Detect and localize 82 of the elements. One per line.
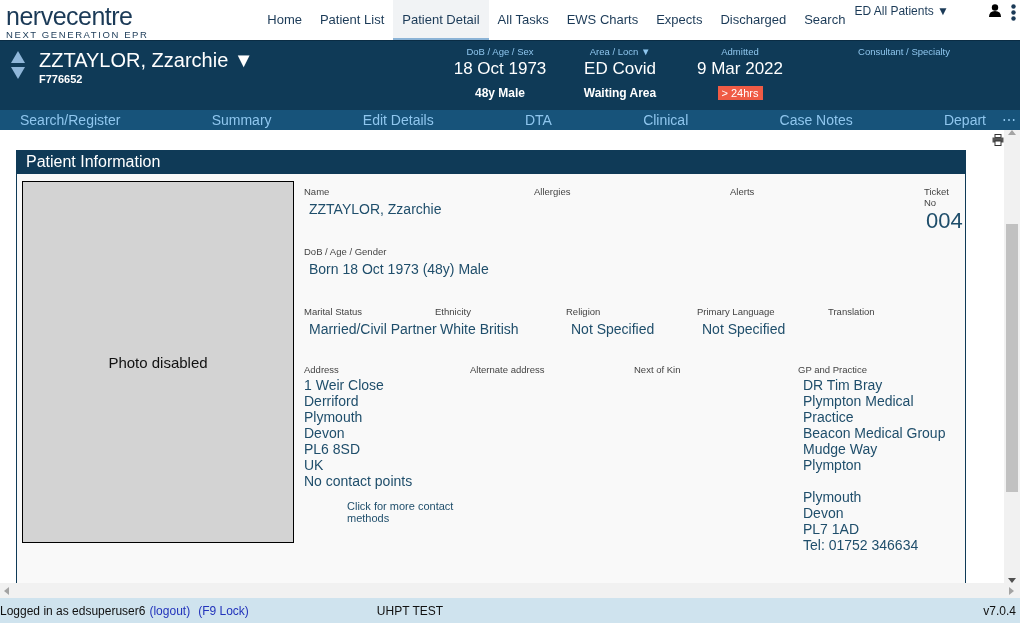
up-arrow-icon[interactable] bbox=[11, 51, 25, 63]
environment-label: UHPT TEST bbox=[376, 603, 444, 618]
action-link[interactable]: Case Notes bbox=[779, 112, 853, 128]
field-value: White British bbox=[440, 321, 520, 337]
contact-methods-link[interactable]: Click for more contact methods bbox=[347, 500, 467, 524]
gp-line: PL7 1AD bbox=[803, 521, 861, 537]
field-value: Not Specified bbox=[702, 321, 787, 337]
field-detail: Waiting Area bbox=[583, 86, 657, 100]
logout-link[interactable]: (logout) bbox=[149, 603, 191, 618]
address-line: UK bbox=[304, 457, 325, 473]
nav-tab[interactable]: Search bbox=[795, 0, 855, 40]
login-status: Logged in as edsuperuser6 bbox=[0, 603, 146, 618]
gp-line: Plympton bbox=[803, 457, 863, 473]
field-label: Admitted bbox=[721, 46, 759, 57]
nav-tab[interactable]: Patient List bbox=[310, 0, 394, 40]
gp-line: Beacon Medical Group bbox=[803, 425, 947, 441]
field-label: Consultant / Specialty bbox=[858, 46, 950, 57]
nav-tab[interactable]: Discharged bbox=[711, 0, 796, 40]
version-label: v7.0.4 bbox=[983, 603, 1016, 618]
patient-name-dropdown[interactable]: ZZTAYLOR, Zzarchie ▼ bbox=[39, 49, 254, 71]
field-value: 9 Mar 2022 bbox=[697, 59, 783, 79]
more-actions-button[interactable]: ⋯ bbox=[1002, 112, 1016, 128]
field-label: Alerts bbox=[730, 186, 756, 197]
address-line: Plymouth bbox=[304, 409, 364, 425]
user-icon[interactable] bbox=[989, 4, 1001, 17]
action-link[interactable]: Depart bbox=[943, 112, 986, 128]
patient-id: F776652 bbox=[39, 73, 84, 85]
field-label: Next of Kin bbox=[634, 364, 682, 375]
address-line: No contact points bbox=[304, 473, 414, 489]
status-badge: > 24hrs bbox=[717, 86, 763, 100]
action-link[interactable]: Edit Details bbox=[362, 112, 434, 128]
down-arrow-icon[interactable] bbox=[11, 67, 25, 79]
nav-tab[interactable]: EWS Charts bbox=[557, 0, 648, 40]
field-label: GP and Practice bbox=[798, 364, 868, 375]
address-line: Derriford bbox=[304, 393, 360, 409]
field-value: Married/Civil Partner bbox=[309, 321, 435, 337]
field-label: Marital Status bbox=[304, 306, 364, 317]
logo-tagline: NEXT GENERATION EPR bbox=[6, 29, 149, 40]
field-value: Born 18 Oct 1973 (48y) Male bbox=[309, 261, 490, 277]
gp-line: Plymouth bbox=[803, 489, 863, 505]
action-link[interactable]: Search/Register bbox=[20, 112, 121, 128]
nav-tab[interactable]: Expects bbox=[647, 0, 712, 40]
ward-dropdown[interactable]: ED All Patients ▼ bbox=[854, 0, 949, 40]
field-value: ZZTAYLOR, Zzarchie bbox=[309, 201, 443, 217]
gp-line: Devon bbox=[803, 505, 845, 521]
action-link[interactable]: Clinical bbox=[643, 112, 689, 128]
field-label: DoB / Age / Gender bbox=[304, 246, 388, 257]
field-label: Primary Language bbox=[697, 306, 776, 317]
photo-status-text: Photo disabled bbox=[108, 353, 208, 371]
gp-line: Mudge Way bbox=[803, 441, 879, 457]
gp-line: Plympton Medical Practice bbox=[803, 393, 915, 425]
logo-wordmark: nervecentre bbox=[6, 3, 133, 29]
scrollbar-thumb[interactable] bbox=[1006, 223, 1018, 492]
address-line: PL6 8SD bbox=[304, 441, 362, 457]
more-menu-icon[interactable] bbox=[1011, 4, 1016, 21]
field-label: DoB / Age / Sex bbox=[466, 46, 534, 57]
address-line: 1 Weir Close bbox=[304, 377, 385, 393]
field-label-dropdown[interactable]: Area / Locn ▼ bbox=[589, 46, 651, 57]
field-label: Ticket No bbox=[924, 186, 950, 208]
field-label: Religion bbox=[566, 306, 602, 317]
nav-tab[interactable]: All Tasks bbox=[488, 0, 558, 40]
field-value: 18 Oct 1973 bbox=[453, 59, 547, 79]
field-label: Allergies bbox=[534, 186, 572, 197]
nav-tab[interactable]: Home bbox=[258, 0, 311, 40]
address-line: Devon bbox=[304, 425, 346, 441]
field-label: Name bbox=[304, 186, 331, 197]
field-label: Alternate address bbox=[470, 364, 546, 375]
lock-link[interactable]: (F9 Lock) bbox=[198, 603, 249, 618]
print-icon[interactable] bbox=[992, 134, 1004, 146]
gp-line: DR Tim Bray bbox=[803, 377, 884, 393]
field-label: Address bbox=[304, 364, 340, 375]
ticket-number: 004 bbox=[926, 208, 964, 234]
field-label: Translation bbox=[828, 306, 876, 317]
panel-title: Patient Information bbox=[16, 150, 966, 174]
field-value: Not Specified bbox=[571, 321, 656, 337]
field-value: ED Covid bbox=[584, 59, 656, 79]
action-link[interactable]: DTA bbox=[524, 112, 552, 128]
field-detail: 48y Male bbox=[474, 86, 525, 100]
field-label: Ethnicity bbox=[435, 306, 472, 317]
action-link[interactable]: Summary bbox=[211, 112, 272, 128]
gp-line: Tel: 01752 346634 bbox=[803, 537, 920, 553]
nav-tab[interactable]: Patient Detail bbox=[393, 0, 489, 40]
